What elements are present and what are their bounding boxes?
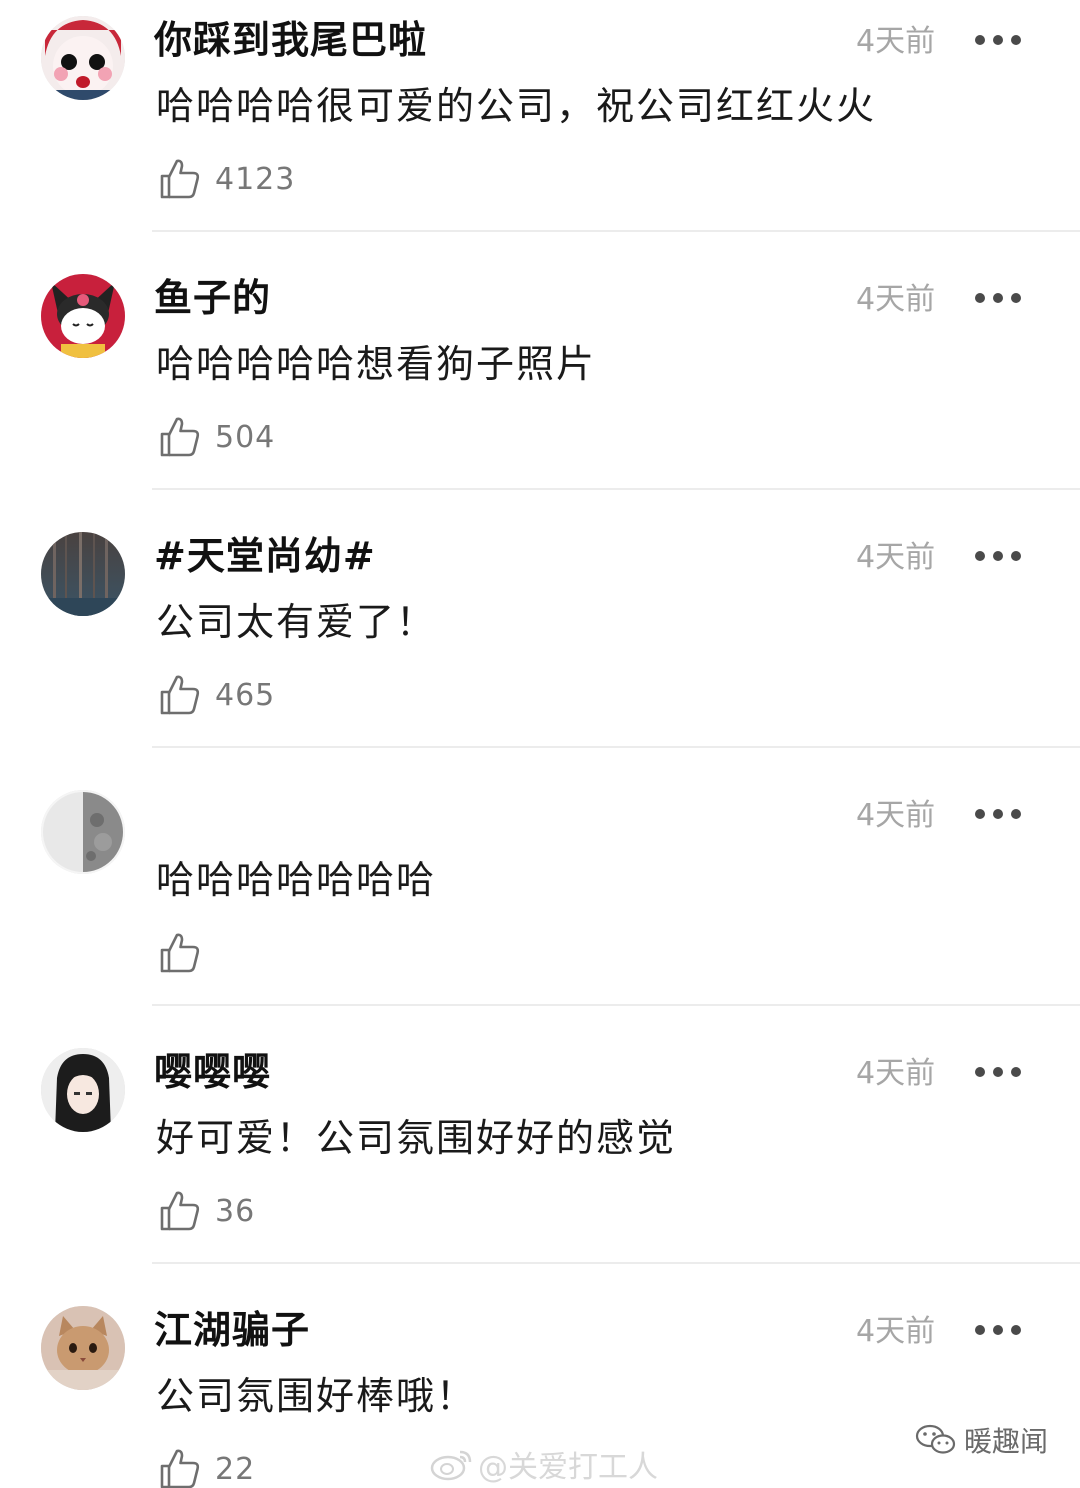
comment-text: 哈哈哈哈哈想看狗子照片 bbox=[156, 342, 597, 386]
comment-text: 哈哈哈哈哈哈哈 bbox=[156, 858, 437, 902]
thumbs-up-icon bbox=[160, 933, 200, 973]
divider bbox=[152, 746, 1080, 748]
divider bbox=[152, 1262, 1080, 1264]
comment-username[interactable]: 嘤嘤嘤 bbox=[154, 1048, 271, 1096]
thumbs-up-icon bbox=[160, 159, 200, 199]
comment-time: 4天前 bbox=[856, 540, 936, 575]
weibo-watermark-text: @关爱打工人 bbox=[478, 1450, 658, 1485]
like-count: 22 bbox=[215, 1451, 256, 1487]
divider bbox=[152, 488, 1080, 490]
weibo-logo-icon bbox=[430, 1450, 472, 1481]
comment-item: 4天前 哈哈哈哈哈哈哈 bbox=[0, 774, 1080, 1032]
thumbs-up-icon bbox=[160, 675, 200, 715]
more-dots-icon[interactable] bbox=[975, 538, 1021, 574]
divider bbox=[152, 230, 1080, 232]
comment-time: 4天前 bbox=[856, 282, 936, 317]
more-dots-icon[interactable] bbox=[975, 22, 1021, 58]
more-dots-icon[interactable] bbox=[975, 280, 1021, 316]
comment-item: 鱼子的 4天前 哈哈哈哈哈想看狗子照片 504 bbox=[0, 258, 1080, 516]
kuromi-avatar[interactable] bbox=[41, 274, 125, 358]
more-dots-icon[interactable] bbox=[975, 1312, 1021, 1348]
like-button[interactable]: 465 bbox=[158, 672, 275, 718]
divider bbox=[152, 1004, 1080, 1006]
comment-time: 4天前 bbox=[856, 798, 936, 833]
clown-face-avatar[interactable] bbox=[41, 16, 125, 100]
like-count: 504 bbox=[215, 419, 276, 455]
comment-username[interactable]: 江湖骗子 bbox=[154, 1306, 310, 1354]
like-button[interactable] bbox=[158, 930, 215, 976]
comment-text: 公司太有爱了！ bbox=[156, 600, 437, 644]
comment-item: 你踩到我尾巴啦 4天前 哈哈哈哈很可爱的公司，祝公司红红火火 4123 bbox=[0, 0, 1080, 258]
like-count: 36 bbox=[215, 1193, 256, 1229]
like-count: 4123 bbox=[215, 161, 296, 197]
moon-avatar[interactable] bbox=[41, 790, 125, 874]
like-button[interactable]: 22 bbox=[158, 1446, 255, 1488]
comment-item: 嘤嘤嘤 4天前 好可爱！公司氛围好好的感觉 36 bbox=[0, 1032, 1080, 1290]
comment-time: 4天前 bbox=[856, 1056, 936, 1091]
wechat-watermark: 暖趣闻 bbox=[914, 1418, 1048, 1462]
weibo-watermark: @关爱打工人 bbox=[430, 1440, 658, 1488]
wechat-watermark-text: 暖趣闻 bbox=[964, 1425, 1049, 1458]
comment-time: 4天前 bbox=[856, 1314, 936, 1349]
like-button[interactable]: 36 bbox=[158, 1188, 255, 1234]
thumbs-up-icon bbox=[160, 1449, 200, 1488]
like-count: 465 bbox=[215, 677, 276, 713]
like-button[interactable]: 504 bbox=[158, 414, 275, 460]
comment-text: 公司氛围好棒哦！ bbox=[156, 1374, 477, 1418]
thumbs-up-icon bbox=[160, 1191, 200, 1231]
comment-text: 好可爱！公司氛围好好的感觉 bbox=[156, 1116, 677, 1160]
comment-text: 哈哈哈哈很可爱的公司，祝公司红红火火 bbox=[156, 84, 877, 128]
anime-girl-avatar[interactable] bbox=[41, 1048, 125, 1132]
comment-time: 4天前 bbox=[856, 24, 936, 59]
like-button[interactable]: 4123 bbox=[158, 156, 295, 202]
thumbs-up-icon bbox=[160, 417, 200, 457]
forest-avatar[interactable] bbox=[41, 532, 125, 616]
comment-username[interactable]: #天堂尚幼# bbox=[154, 532, 376, 580]
more-dots-icon[interactable] bbox=[975, 796, 1021, 832]
comment-username[interactable]: 你踩到我尾巴啦 bbox=[154, 16, 427, 64]
wechat-logo-icon bbox=[915, 1424, 956, 1454]
more-dots-icon[interactable] bbox=[975, 1054, 1021, 1090]
comment-item: #天堂尚幼# 4天前 公司太有爱了！ 465 bbox=[0, 516, 1080, 774]
cat-avatar[interactable] bbox=[41, 1306, 125, 1390]
comment-username[interactable]: 鱼子的 bbox=[154, 274, 271, 322]
